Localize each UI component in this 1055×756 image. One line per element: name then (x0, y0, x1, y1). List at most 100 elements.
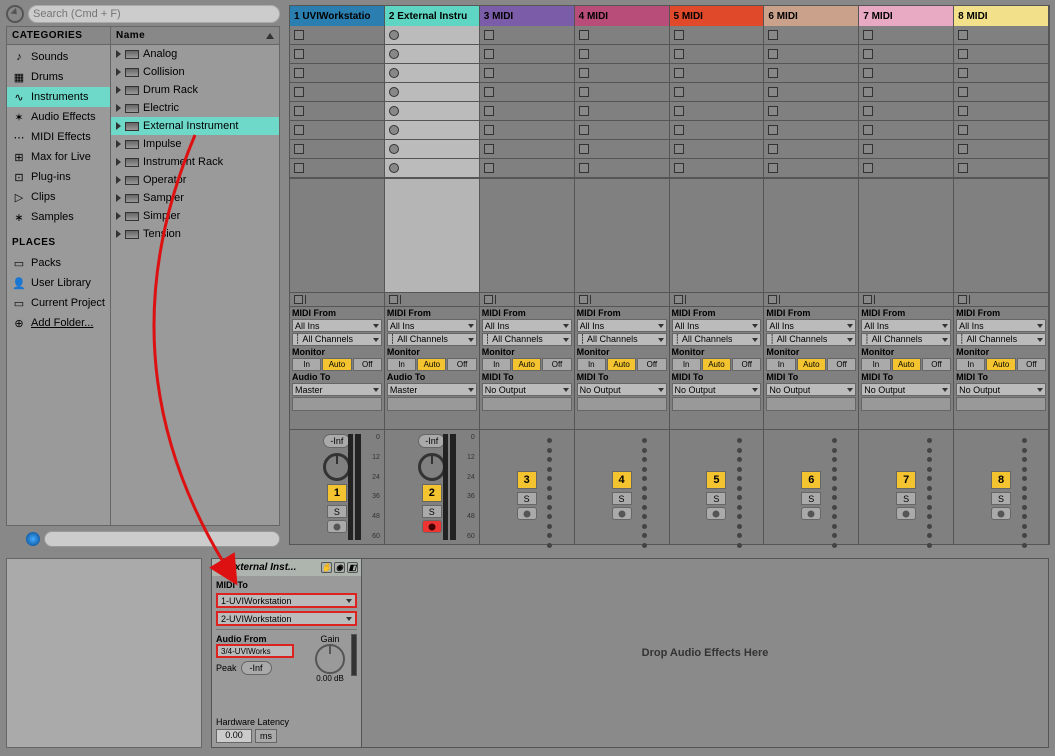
clip-slot[interactable] (290, 83, 384, 102)
clip-slot[interactable] (670, 64, 764, 83)
record-arm-button[interactable] (612, 507, 632, 520)
browser-search-input[interactable] (44, 531, 280, 547)
place-user-library[interactable]: 👤User Library (7, 273, 110, 293)
volume-label[interactable]: -Inf (323, 434, 350, 448)
clip-slot[interactable] (954, 64, 1048, 83)
clip-slot[interactable] (575, 64, 669, 83)
clip-slot[interactable] (670, 159, 764, 178)
clip-slot[interactable] (290, 140, 384, 159)
monitor-in-button[interactable]: In (672, 358, 701, 371)
hand-icon[interactable]: ✋ (321, 562, 332, 573)
clip-slot[interactable] (859, 121, 953, 140)
clip-slot[interactable] (480, 102, 574, 121)
send-strip[interactable] (766, 397, 856, 411)
monitor-auto-button[interactable]: Auto (512, 358, 541, 371)
category-sounds[interactable]: ♪Sounds (7, 47, 110, 67)
clip-slot[interactable] (290, 64, 384, 83)
output-to[interactable]: No Output (672, 383, 762, 396)
monitor-off-button[interactable]: Off (542, 358, 571, 371)
midi-from-channel[interactable]: ┊ All Channels (482, 333, 572, 346)
track-header-3[interactable]: 3 MIDI (480, 6, 575, 26)
search-input[interactable] (28, 5, 280, 23)
send-strip[interactable] (482, 397, 572, 411)
track-status[interactable] (290, 293, 385, 306)
send-strip[interactable] (861, 397, 951, 411)
monitor-in-button[interactable]: In (766, 358, 795, 371)
clip-slot[interactable] (290, 102, 384, 121)
clip-slot[interactable] (385, 64, 479, 83)
device-midi-to-port[interactable]: 1-UVIWorkstation (216, 593, 357, 608)
send-strip[interactable] (577, 397, 667, 411)
device-item-simpler[interactable]: Simpler (111, 207, 279, 225)
monitor-in-button[interactable]: In (861, 358, 890, 371)
device-item-electric[interactable]: Electric (111, 99, 279, 117)
monitor-off-button[interactable]: Off (353, 358, 382, 371)
device-item-sampler[interactable]: Sampler (111, 189, 279, 207)
clip-slot[interactable] (385, 26, 479, 45)
monitor-in-button[interactable]: In (387, 358, 416, 371)
clip-slot[interactable] (859, 26, 953, 45)
send-strip[interactable] (672, 397, 762, 411)
midi-from-port[interactable]: All Ins (482, 319, 572, 332)
record-arm-button[interactable] (327, 520, 347, 533)
solo-button[interactable]: S (517, 492, 537, 505)
track-status[interactable] (859, 293, 954, 306)
monitor-off-button[interactable]: Off (447, 358, 476, 371)
output-to[interactable]: No Output (861, 383, 951, 396)
clip-slot[interactable] (859, 83, 953, 102)
track-activator[interactable]: 1 (327, 484, 347, 502)
device-midi-to-channel[interactable]: 2-UVIWorkstation (216, 611, 357, 626)
save-preset-icon[interactable]: ◉ (334, 562, 345, 573)
track-status[interactable] (764, 293, 859, 306)
midi-from-channel[interactable]: ┊ All Channels (766, 333, 856, 346)
track-header-5[interactable]: 5 MIDI (670, 6, 765, 26)
clip-slot[interactable] (575, 45, 669, 64)
clip-slot[interactable] (385, 83, 479, 102)
name-header[interactable]: Name (116, 30, 145, 41)
midi-from-port[interactable]: All Ins (387, 319, 477, 332)
clip-slot[interactable] (480, 159, 574, 178)
gain-knob[interactable] (315, 644, 345, 674)
clip-slot[interactable] (575, 83, 669, 102)
clip-slot[interactable] (385, 102, 479, 121)
device-audio-from[interactable]: 3/4-UVIWorks (216, 644, 294, 658)
clip-slot[interactable] (954, 121, 1048, 140)
drop-zone[interactable]: Drop Audio Effects Here (362, 559, 1048, 747)
clip-slot[interactable] (670, 102, 764, 121)
record-arm-button[interactable] (991, 507, 1011, 520)
clip-slot[interactable] (575, 159, 669, 178)
clip-slot[interactable] (575, 140, 669, 159)
solo-button[interactable]: S (706, 492, 726, 505)
midi-from-port[interactable]: All Ins (292, 319, 382, 332)
clip-slot[interactable] (954, 26, 1048, 45)
category-instruments[interactable]: ∿Instruments (7, 87, 110, 107)
send-strip[interactable] (292, 397, 382, 411)
track-status[interactable] (480, 293, 575, 306)
clip-slot[interactable] (670, 45, 764, 64)
device-item-drum-rack[interactable]: Drum Rack (111, 81, 279, 99)
midi-from-port[interactable]: All Ins (766, 319, 856, 332)
device-item-tension[interactable]: Tension (111, 225, 279, 243)
monitor-in-button[interactable]: In (292, 358, 321, 371)
solo-button[interactable]: S (801, 492, 821, 505)
midi-from-channel[interactable]: ┊ All Channels (292, 333, 382, 346)
category-samples[interactable]: ∗Samples (7, 207, 110, 227)
clip-slot[interactable] (385, 159, 479, 178)
clip-slot[interactable] (670, 140, 764, 159)
monitor-in-button[interactable]: In (956, 358, 985, 371)
record-arm-button[interactable] (517, 507, 537, 520)
midi-from-port[interactable]: All Ins (956, 319, 1046, 332)
clip-slot[interactable] (290, 121, 384, 140)
clip-slot[interactable] (385, 140, 479, 159)
groove-pool-icon[interactable] (6, 531, 22, 547)
category-audio-effects[interactable]: ✶Audio Effects (7, 107, 110, 127)
send-strip[interactable] (956, 397, 1046, 411)
track-status[interactable] (954, 293, 1049, 306)
category-midi-effects[interactable]: ⋯MIDI Effects (7, 127, 110, 147)
clip-slot[interactable] (764, 159, 858, 178)
track-status[interactable] (385, 293, 480, 306)
send-strip[interactable] (387, 397, 477, 411)
collapse-browser-icon[interactable] (6, 5, 24, 23)
category-clips[interactable]: ▷Clips (7, 187, 110, 207)
clip-slot[interactable] (385, 121, 479, 140)
